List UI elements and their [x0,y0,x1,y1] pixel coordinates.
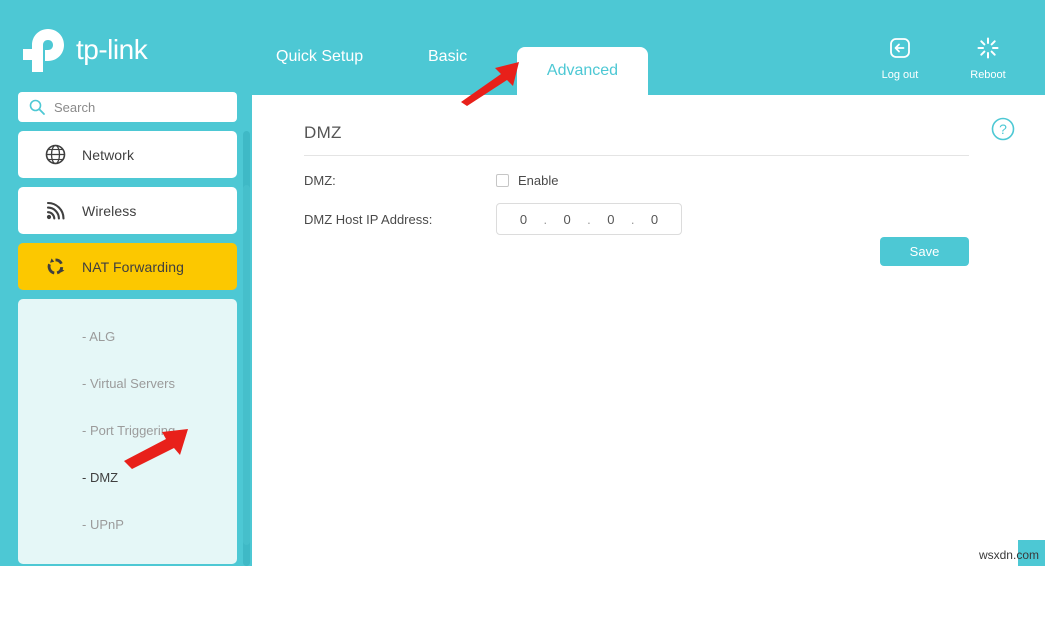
ip-separator: . [587,211,591,227]
ip-separator: . [630,211,635,227]
tp-link-logo: tp-link [18,25,218,73]
ip-octet-2[interactable] [554,211,581,227]
submenu-item-dmz[interactable]: - DMZ [18,454,237,501]
reboot-button[interactable]: Reboot [959,36,1017,81]
logout-button[interactable]: Log out [871,36,929,81]
wifi-icon [44,200,66,222]
ip-octet-4[interactable] [641,211,668,227]
tab-label: Quick Setup [276,48,364,65]
logout-label: Log out [881,69,919,81]
dmz-enable-label: Enable [518,173,559,188]
dmz-host-ip-input[interactable]: . . . [496,203,682,235]
sidebar-item-network[interactable]: Network [18,131,237,178]
submenu-item-label: - ALG [82,329,116,344]
sidebar-item-label: Network [82,146,135,163]
search-icon [28,98,46,116]
ip-octet-3[interactable] [597,211,624,227]
dmz-host-ip-label: DMZ Host IP Address: [304,211,433,227]
ip-separator: . [543,211,548,227]
reboot-label: Reboot [970,69,1006,81]
svg-text:?: ? [999,121,1007,137]
submenu-item-label: - UPnP [82,517,124,532]
search-input[interactable] [54,99,214,115]
globe-icon [44,144,66,166]
dmz-host-ip-row: DMZ Host IP Address: . . . [304,203,682,235]
dmz-enable-row: DMZ: Enable [304,173,558,188]
sidebar-scrollbar-thumb[interactable] [243,185,250,545]
tab-label: Basic [428,48,468,65]
dmz-enable-checkbox-wrap[interactable]: Enable [496,173,558,188]
submenu-item-label: - Virtual Servers [82,376,175,391]
submenu-item-label: - DMZ [82,470,119,485]
ip-octet-1[interactable] [510,211,537,227]
help-circle-icon[interactable]: ? [991,117,1015,141]
reboot-icon [976,36,1000,65]
svg-text:tp-link: tp-link [76,34,149,65]
nat-forwarding-icon [44,256,66,278]
sidebar-menu: Network Wireless NAT Forwarding - ALG - … [18,131,237,620]
sidebar-submenu-nat-forwarding: - ALG - Virtual Servers - Port Triggerin… [18,299,237,564]
tab-quick-setup[interactable]: Quick Setup [276,48,363,66]
submenu-item-alg[interactable]: - ALG [18,313,237,360]
submenu-item-upnp[interactable]: - UPnP [18,501,237,548]
sidebar-item-label: Wireless [82,202,137,219]
dmz-label: DMZ: [304,173,336,188]
tab-basic[interactable]: Basic [428,48,467,66]
logout-icon [888,36,912,65]
save-button[interactable]: Save [880,237,969,266]
submenu-item-port-triggering[interactable]: - Port Triggering [18,407,237,454]
submenu-item-virtual-servers[interactable]: - Virtual Servers [18,360,237,407]
watermark-text: wsxdn.com [978,548,1039,562]
header-actions: Log out Reboot [871,36,1017,81]
dmz-enable-checkbox[interactable] [496,174,509,187]
sidebar-item-nat-forwarding[interactable]: NAT Forwarding [18,243,237,290]
sidebar-item-label: NAT Forwarding [82,258,185,275]
panel-header: DMZ [304,123,969,156]
tab-label: Advanced [546,62,619,79]
sidebar-item-next-partial[interactable] [18,573,237,620]
sidebar-item-wireless[interactable]: Wireless [18,187,237,234]
content-panel: DMZ ? DMZ: Enable DMZ Host IP Address: .… [252,95,1045,566]
search-box[interactable] [18,92,237,122]
page-title: DMZ [304,123,342,142]
submenu-item-label: - Port Triggering [82,423,176,438]
tab-advanced[interactable]: Advanced [517,47,648,95]
